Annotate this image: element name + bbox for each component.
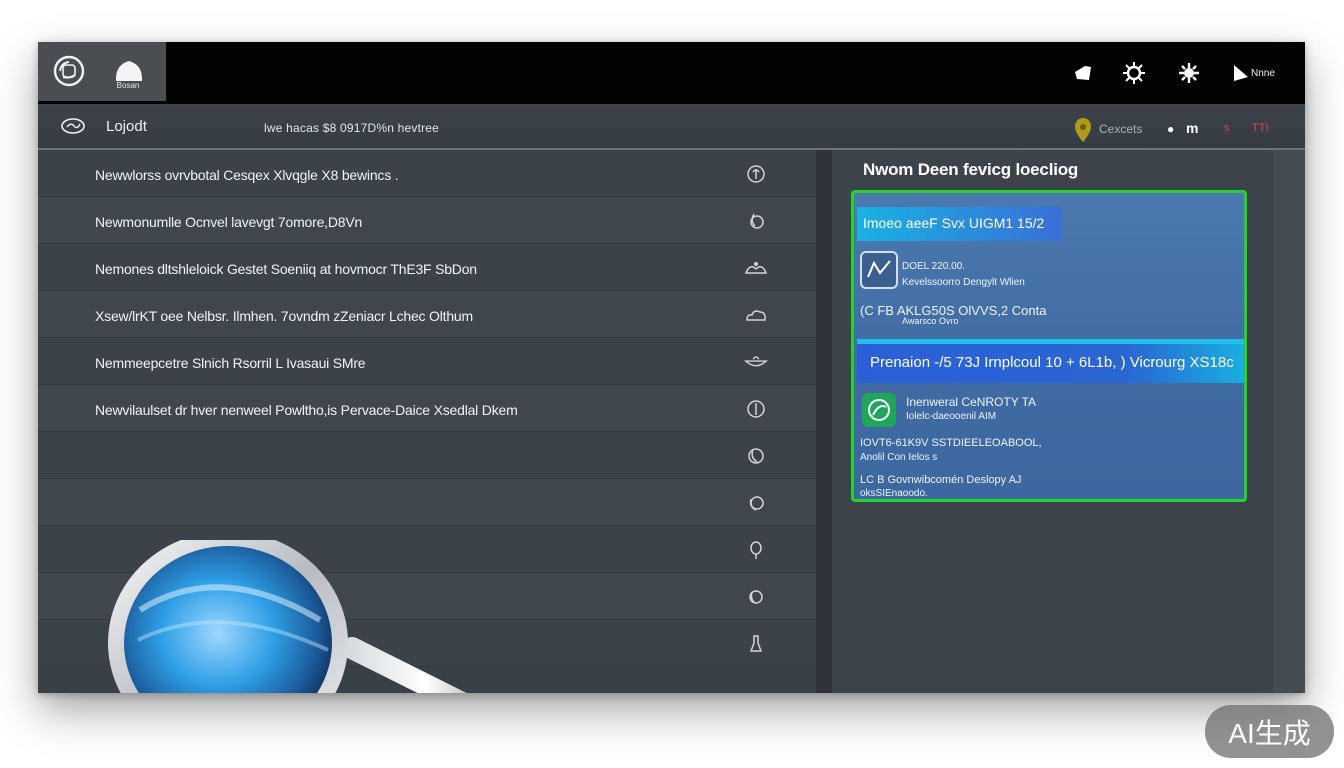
page-title: Lojodt: [106, 118, 147, 135]
scrollbar[interactable]: [1273, 150, 1305, 693]
user-label[interactable]: Nnne: [1251, 68, 1275, 79]
list-item-label: Nemmeepcetre Slnich Rsorril L Ivasaui SM…: [95, 355, 366, 371]
list-item[interactable]: [38, 432, 816, 479]
page-subtitle: lwe hacas $8 0917D%n hevtree: [264, 121, 440, 135]
list-item[interactable]: Newmonumlle Ocnvel lavevgt 7omore,D8Vn: [38, 197, 816, 244]
list-item[interactable]: Newvilaulset dr hver nenweel Powltho,is …: [38, 385, 816, 432]
chart-icon[interactable]: [860, 251, 898, 289]
list-item[interactable]: [38, 479, 816, 526]
card-header: Imoeo aeeF Svx UIGM1 15/2: [857, 207, 1062, 241]
gear-icon[interactable]: [1177, 62, 1201, 84]
pin-icon[interactable]: [744, 538, 768, 562]
sync-icon[interactable]: [862, 393, 896, 427]
app-window: Bosan Nnne Lojodt lwe hacas $8 0917D%n h…: [38, 42, 1305, 693]
card-text: oksSIEnaoodo.: [860, 488, 928, 499]
status-mark: s: [1224, 122, 1230, 134]
toolbar: Lojodt lwe hacas $8 0917D%n hevtree Cexc…: [38, 104, 1305, 150]
location-pin-icon: [1074, 117, 1092, 148]
list-item[interactable]: Xsew/lrKT oee Nelbsr. Ilmhen. 7ovndm zZe…: [38, 291, 816, 338]
status-dot-icon: ●: [1167, 122, 1175, 136]
audio-icon[interactable]: [744, 444, 768, 468]
list-item-label: Nemones dltshleloick Gestet Soeniiq at h…: [95, 261, 477, 277]
card-text: Inenweral CeNROTY TA: [906, 395, 1037, 409]
list-item-label: Newmonumlle Ocnvel lavevgt 7omore,D8Vn: [95, 214, 363, 230]
eye-icon[interactable]: [60, 117, 86, 140]
shield-icon[interactable]: [1072, 62, 1094, 84]
flask-icon[interactable]: [744, 632, 768, 656]
audio-icon[interactable]: [744, 491, 768, 515]
list-item-label: Newwlorss ovrvbotal Cesqex Xlvqgle X8 be…: [95, 167, 399, 183]
card-text: Iolelc-daeooenil AIM: [906, 411, 997, 422]
details-card[interactable]: Imoeo aeeF Svx UIGM1 15/2 DOEL 220.00. K…: [851, 190, 1247, 502]
card-banner-label: Prenaion -/5 73J Irnplcoul 10 + 6L1b, ) …: [870, 354, 1234, 371]
ai-generated-badge: AI生成: [1205, 705, 1334, 758]
card-header-label: Imoeo aeeF Svx UIGM1 15/2: [863, 215, 1045, 231]
card-banner[interactable]: Prenaion -/5 73J Irnplcoul 10 + 6L1b, ) …: [857, 339, 1244, 383]
card-text: LC B Govnwibcomén Deslopy AJ: [860, 474, 1022, 486]
card-text: DOEL 220.00.: [902, 261, 966, 272]
status-mark: TTI: [1252, 122, 1269, 134]
search-icon: [100, 531, 590, 693]
crown-icon[interactable]: [744, 256, 768, 280]
status-value: m: [1186, 120, 1199, 136]
app-switch-icon[interactable]: [53, 55, 85, 87]
details-title: Nwom Deen fevicg loecliog: [863, 160, 1079, 179]
top-bar: Bosan Nnne: [38, 42, 1305, 104]
settings-icon[interactable]: [1120, 62, 1148, 84]
audio-icon[interactable]: [744, 209, 768, 233]
list-item-label: Newvilaulset dr hver nenweel Powltho,is …: [95, 402, 518, 418]
list-item[interactable]: Newwlorss ovrvbotal Cesqex Xlvqgle X8 be…: [38, 150, 816, 197]
details-pane: Nwom Deen fevicg loecliog Imoeo aeeF Svx…: [832, 150, 1305, 693]
app-icon-label: Bosan: [116, 81, 140, 90]
list-item[interactable]: Nemmeepcetre Slnich Rsorril L Ivasaui SM…: [38, 338, 816, 385]
list-item[interactable]: Nemones dltshleloick Gestet Soeniiq at h…: [38, 244, 816, 291]
list-item-label: Xsew/lrKT oee Nelbsr. Ilmhen. 7ovndm zZe…: [95, 308, 473, 324]
card-text: Kevelssoorro Dengylt Wlien: [902, 277, 1025, 288]
bowl-icon[interactable]: [744, 350, 768, 374]
status-label: Cexcets: [1099, 122, 1143, 136]
audio-icon[interactable]: [744, 585, 768, 609]
info-icon[interactable]: [744, 397, 768, 421]
card-text: Anolil Con Ielos s: [860, 452, 938, 463]
card-text: Awarsco Ovro: [902, 316, 959, 326]
results-list: Newwlorss ovrvbotal Cesqex Xlvqgle X8 be…: [38, 150, 816, 693]
user-icon[interactable]: [1230, 62, 1252, 84]
card-text: IOVT6-61K9V SSTDIEELEOABOOL,: [860, 437, 1042, 449]
pane-divider[interactable]: [816, 150, 832, 693]
info-icon[interactable]: [744, 162, 768, 186]
cloud-icon[interactable]: [744, 303, 768, 327]
